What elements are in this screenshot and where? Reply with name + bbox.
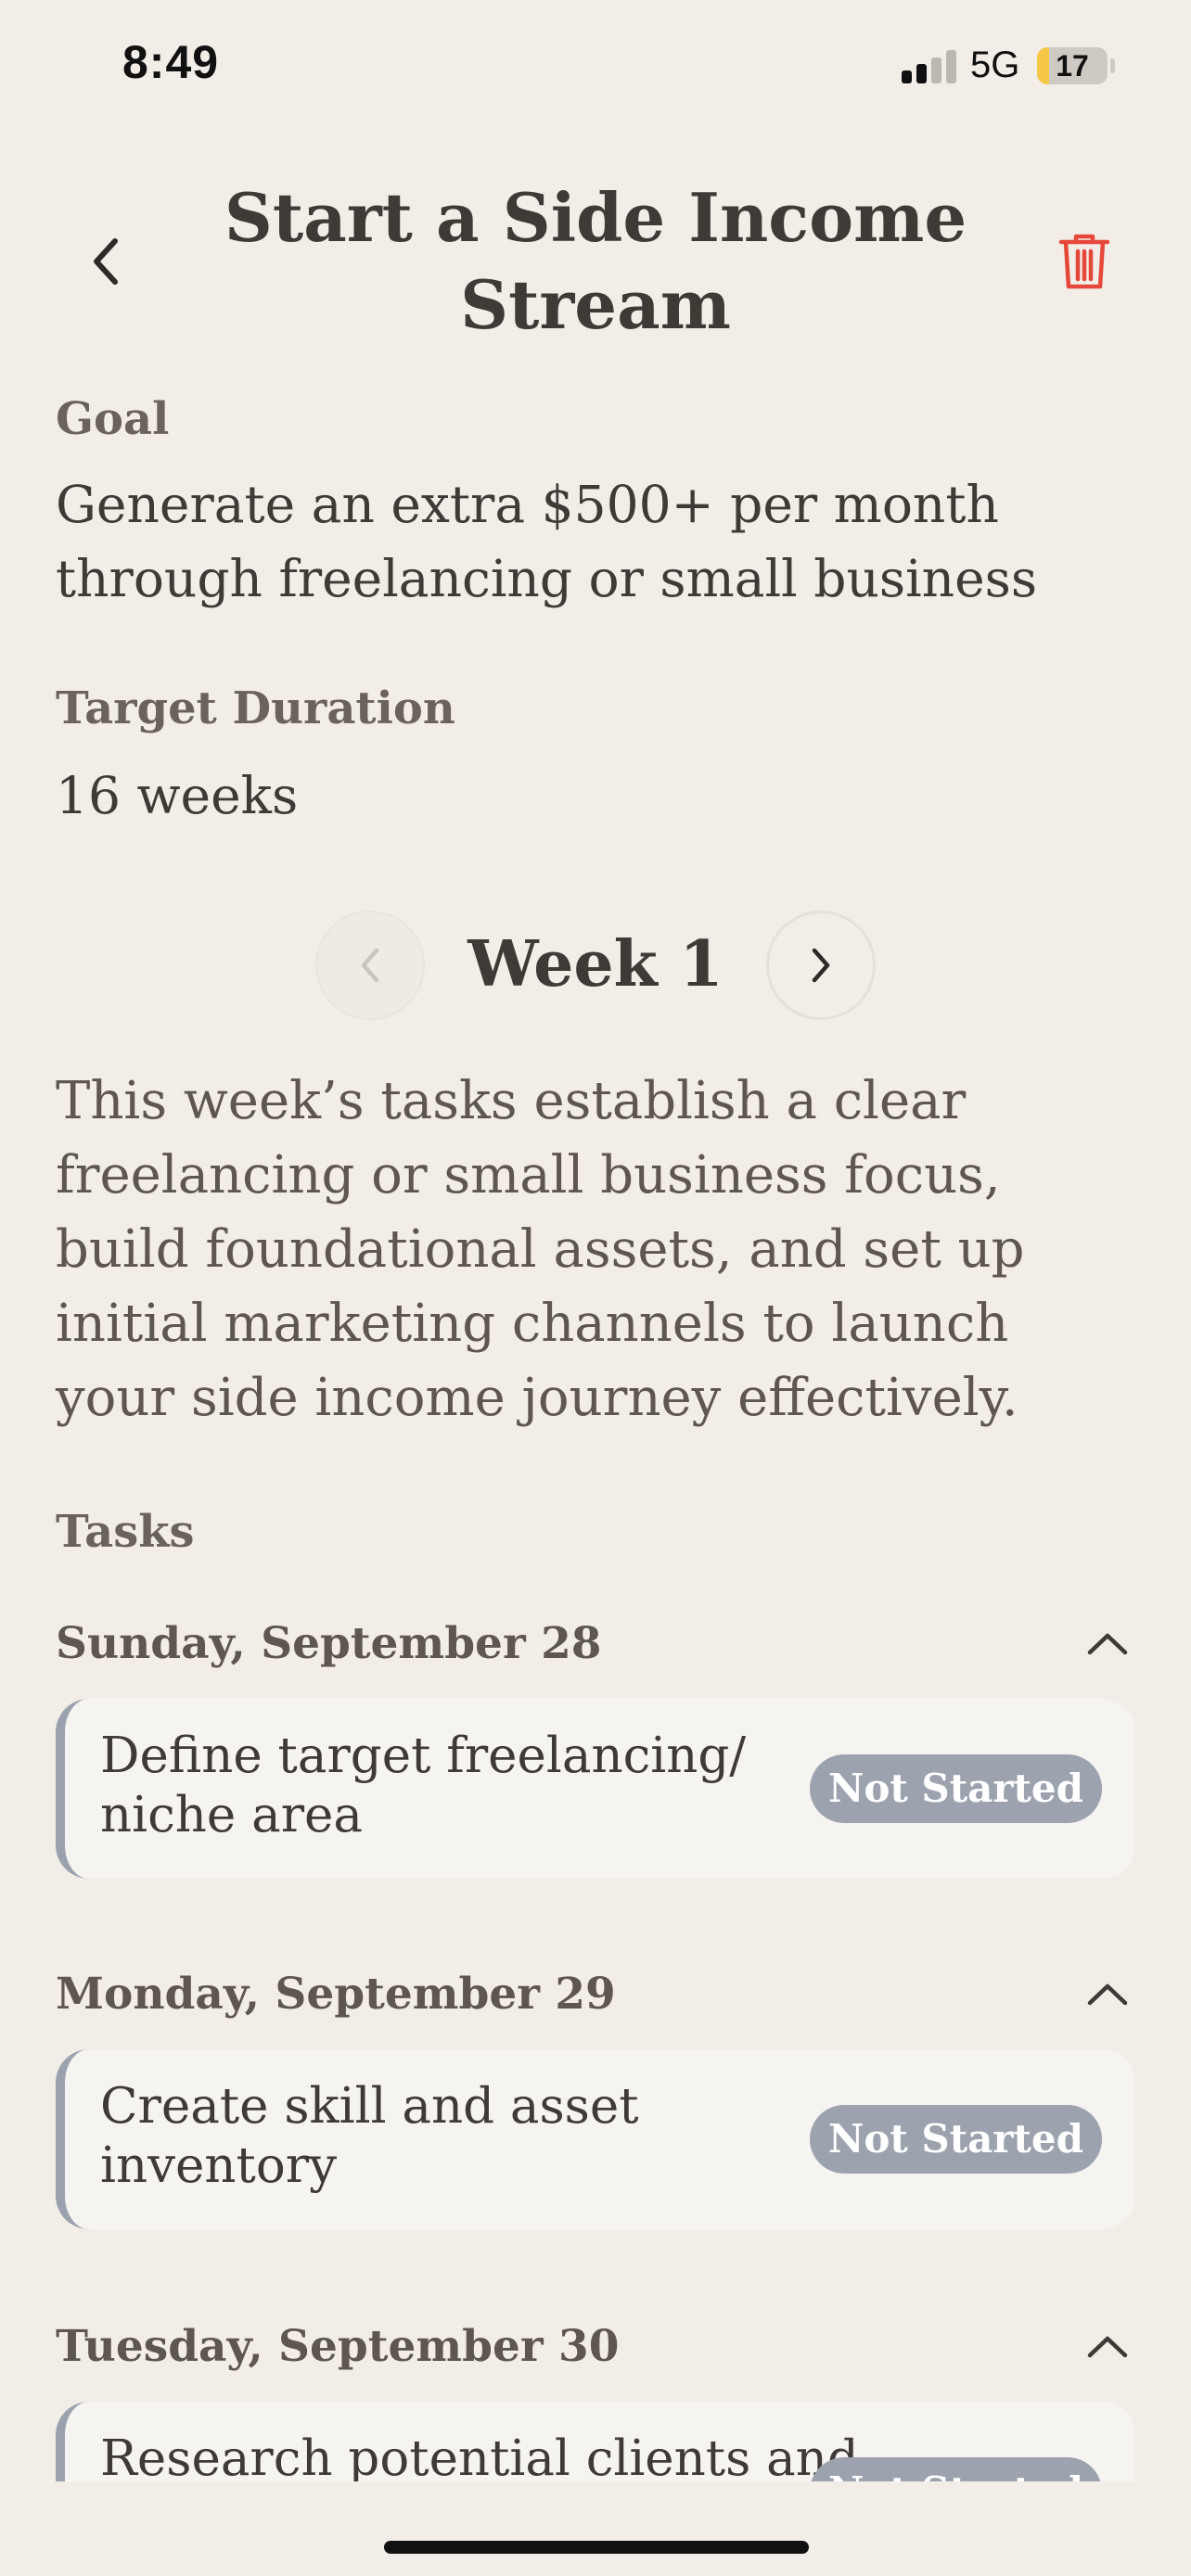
- chevron-up-icon[interactable]: [1080, 2318, 1135, 2374]
- task-card[interactable]: Create skill and asset inventory Not Sta…: [56, 2049, 1135, 2229]
- status-badge: Not Started: [810, 2457, 1102, 2481]
- status-badge: Not Started: [810, 1754, 1102, 1823]
- home-indicator[interactable]: [384, 2541, 809, 2554]
- task-title: Research potential clients and: [100, 2430, 859, 2481]
- day-header[interactable]: Monday, September 29: [56, 1957, 1135, 2031]
- task-title: Define target freelancing/ niche area: [100, 1728, 747, 1843]
- chevron-up-icon[interactable]: [1080, 1966, 1135, 2021]
- chevron-up-icon[interactable]: [1080, 1615, 1135, 1671]
- task-card[interactable]: Define target freelancing/ niche area No…: [56, 1699, 1135, 1879]
- task-title: Create skill and asset inventory: [100, 2078, 639, 2194]
- tasks-scroll-area[interactable]: Tasks Sunday, September 28 Define target…: [0, 0, 1191, 2481]
- status-badge: Not Started: [810, 2105, 1102, 2174]
- day-label: Sunday, September 28: [56, 1617, 602, 1669]
- task-card[interactable]: Research potential clients and Not Start…: [56, 2402, 1135, 2481]
- day-header[interactable]: Sunday, September 28: [56, 1606, 1135, 1680]
- day-header[interactable]: Tuesday, September 30: [56, 2309, 1135, 2383]
- tasks-heading: Tasks: [56, 1506, 195, 1558]
- day-label: Monday, September 29: [56, 1968, 616, 2020]
- day-label: Tuesday, September 30: [56, 2320, 620, 2372]
